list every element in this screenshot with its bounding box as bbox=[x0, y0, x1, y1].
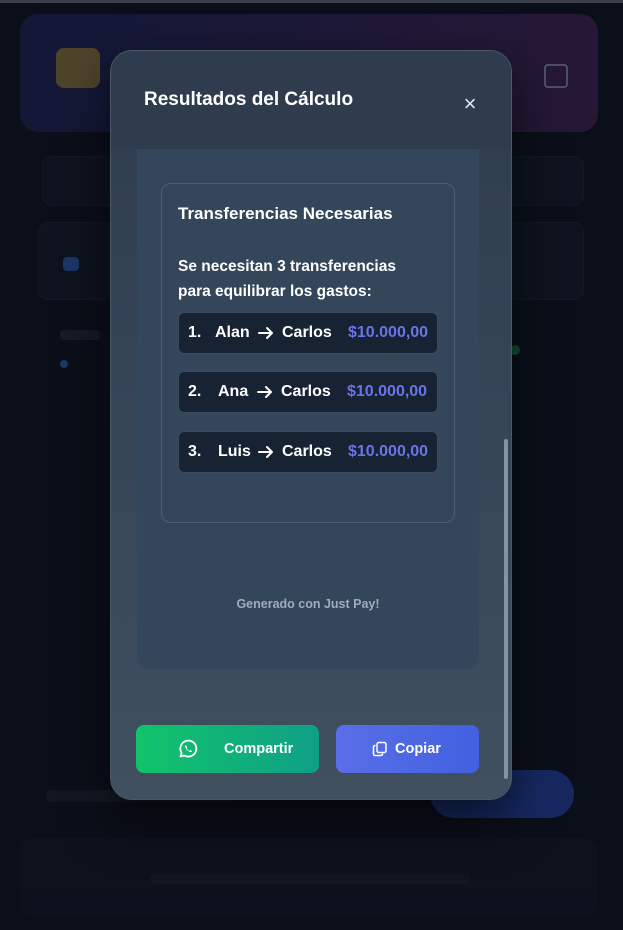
menu-icon bbox=[544, 64, 568, 88]
transfer-from: Ana bbox=[218, 383, 249, 400]
close-button[interactable]: × bbox=[459, 93, 481, 115]
arrow-right-icon bbox=[258, 327, 273, 339]
transfer-to: Carlos bbox=[281, 383, 331, 400]
background-text bbox=[60, 330, 100, 340]
copy-label: Copiar bbox=[395, 741, 441, 757]
arrow-right-icon bbox=[258, 446, 273, 458]
background-footer bbox=[20, 838, 598, 918]
transfer-from: Alan bbox=[215, 324, 250, 341]
background-badge bbox=[63, 257, 79, 271]
copy-button[interactable]: Copiar bbox=[336, 725, 479, 773]
transfer-amount: $10.000,00 bbox=[348, 443, 429, 460]
results-panel: Transferencias Necesarias Se necesitan 3… bbox=[137, 99, 479, 669]
results-modal: Transferencias Necesarias Se necesitan 3… bbox=[110, 50, 512, 800]
transfer-row: 3. Luis Carlos $10.000,00 bbox=[178, 431, 438, 473]
transfers-title: Transferencias Necesarias bbox=[178, 204, 393, 223]
background-dot bbox=[60, 360, 68, 368]
transfers-summary: Se necesitan 3 transferencias para equil… bbox=[178, 258, 396, 300]
scrollbar-thumb[interactable] bbox=[504, 439, 508, 779]
transfer-row: 1. Alan Carlos $10.000,00 bbox=[178, 312, 438, 354]
arrow-right-icon bbox=[257, 386, 272, 398]
transfer-index: 1. bbox=[188, 324, 202, 341]
transfer-from: Luis bbox=[218, 443, 251, 460]
transfer-amount: $10.000,00 bbox=[347, 383, 428, 400]
generated-by-text: Generado con Just Pay! bbox=[236, 597, 380, 611]
app-logo bbox=[56, 48, 100, 88]
whatsapp-icon bbox=[179, 739, 198, 758]
transfer-to: Carlos bbox=[282, 324, 332, 341]
transfer-amount: $10.000,00 bbox=[348, 324, 429, 341]
transfers-card: Transferencias Necesarias Se necesitan 3… bbox=[161, 183, 455, 523]
transfer-row: 2. Ana Carlos $10.000,00 bbox=[178, 371, 438, 413]
modal-title: Resultados del Cálculo bbox=[144, 89, 354, 110]
share-button[interactable]: Compartir bbox=[136, 725, 319, 773]
copy-icon bbox=[372, 741, 387, 757]
modal-header: Resultados del Cálculo × bbox=[111, 51, 511, 149]
close-icon: × bbox=[463, 91, 477, 116]
transfer-to: Carlos bbox=[282, 443, 332, 460]
background-text bbox=[150, 874, 470, 884]
modal-scroll-area[interactable]: Transferencias Necesarias Se necesitan 3… bbox=[111, 99, 511, 799]
transfer-index: 2. bbox=[188, 383, 202, 400]
share-label: Compartir bbox=[224, 741, 294, 757]
transfer-index: 3. bbox=[188, 443, 202, 460]
